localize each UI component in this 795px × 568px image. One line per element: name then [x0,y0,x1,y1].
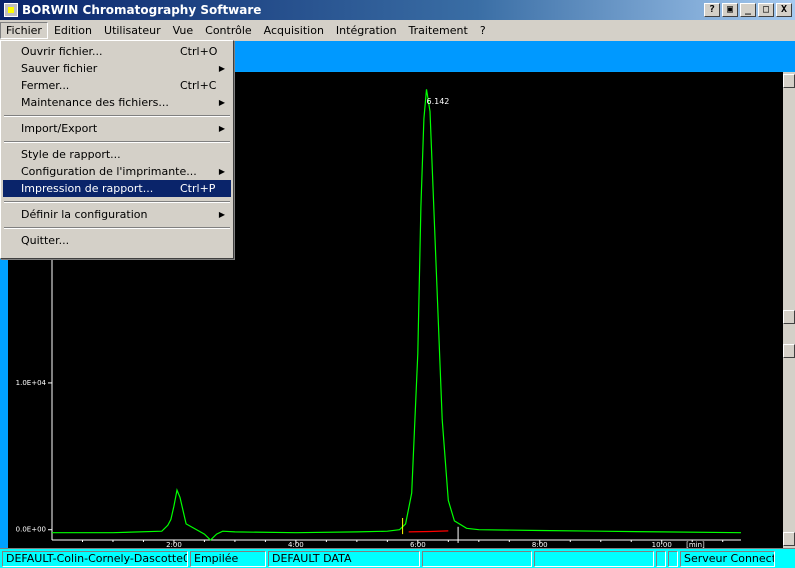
menu-item-define-config[interactable]: Définir la configuration ▶ [3,206,231,223]
quit-label: Quitter... [21,234,70,247]
submenu-arrow-icon: ▶ [218,167,225,176]
menu-bar: Fichier Edition Utilisateur Vue Contrôle… [0,20,795,40]
file-menu-dropdown: Ouvrir fichier... Ctrl+O Sauver fichier … [0,40,234,259]
close-button[interactable]: X [776,3,792,17]
menu-item-file-maintenance[interactable]: Maintenance des fichiers... ▶ [3,94,231,111]
x-tick-label: 6:00 [410,541,426,548]
close-label: Fermer... [21,79,70,92]
status-mode: Empilée [190,550,266,567]
menu-separator [3,137,231,146]
menu-traitement[interactable]: Traitement [403,22,474,39]
app-icon[interactable] [4,3,18,17]
file-maintenance-label: Maintenance des fichiers... [21,96,169,109]
status-data: DEFAULT DATA [268,550,420,567]
minimize-button[interactable]: _ [740,3,756,17]
x-tick-label: 10:00 [652,541,672,548]
y-tick-label: 1.0E+04 [16,379,47,387]
menu-item-report-style[interactable]: Style de rapport... [3,146,231,163]
status-project: DEFAULT-Colin-Cornely-Dascotte00 [2,550,188,567]
print-report-shortcut: Ctrl+P [180,182,216,195]
submenu-arrow-icon: ▶ [218,98,225,107]
baseline-trace [408,530,449,533]
status-server: Serveur Connecté [680,550,775,567]
status-cell-7 [668,550,678,567]
open-file-label: Ouvrir fichier... [21,45,103,58]
scroll-thumb-bottom[interactable] [783,532,795,546]
x-tick-label: 8:00 [532,541,548,548]
submenu-arrow-icon: ▶ [218,210,225,219]
print-report-label: Impression de rapport... [21,182,154,195]
scroll-thumb-top[interactable] [783,74,795,88]
menu-fichier[interactable]: Fichier [0,21,48,39]
import-export-label: Import/Export [21,122,98,135]
window-title: BORWIN Chromatography Software [22,3,262,17]
close-shortcut: Ctrl+C [180,79,217,92]
y-tick-label: 0.0E+00 [16,526,46,534]
menu-vue[interactable]: Vue [167,22,200,39]
x-tick-label: 2:00 [166,541,182,548]
peak-label: 6.142 [426,97,449,106]
menu-item-quit[interactable]: Quitter... [3,232,231,249]
define-config-label: Définir la configuration [21,208,148,221]
open-file-shortcut: Ctrl+O [180,45,218,58]
window-buttons: ? ▣ _ □ X [704,3,792,17]
menu-separator [3,197,231,206]
menu-item-open-file[interactable]: Ouvrir fichier... Ctrl+O [3,43,231,60]
menu-integration[interactable]: Intégration [330,22,403,39]
restore-pane-button[interactable]: ▣ [722,3,738,17]
menu-help[interactable]: ? [474,22,492,39]
menu-item-close[interactable]: Fermer... Ctrl+C [3,77,231,94]
status-bar: DEFAULT-Colin-Cornely-Dascotte00 Empilée… [0,548,795,568]
menu-acquisition[interactable]: Acquisition [258,22,330,39]
status-cell-4 [422,550,532,567]
menu-item-printer-config[interactable]: Configuration de l'imprimante... ▶ [3,163,231,180]
save-file-label: Sauver fichier [21,62,98,75]
x-tick-label: 4:00 [288,541,304,548]
menu-edition[interactable]: Edition [48,22,98,39]
menu-utilisateur[interactable]: Utilisateur [98,22,167,39]
submenu-arrow-icon: ▶ [218,64,225,73]
help-window-button[interactable]: ? [704,3,720,17]
scroll-thumb-middle[interactable] [783,310,795,324]
maximize-button[interactable]: □ [758,3,774,17]
status-cell-5 [534,550,654,567]
menu-item-save-file[interactable]: Sauver fichier ▶ [3,60,231,77]
menu-item-print-report[interactable]: Impression de rapport... Ctrl+P [3,180,231,197]
menu-separator [3,111,231,120]
printer-config-label: Configuration de l'imprimante... [21,165,197,178]
menu-item-import-export[interactable]: Import/Export ▶ [3,120,231,137]
title-bar: BORWIN Chromatography Software ? ▣ _ □ X [0,0,795,20]
scroll-thumb-lower[interactable] [783,344,795,358]
report-style-label: Style de rapport... [21,148,121,161]
submenu-arrow-icon: ▶ [218,124,225,133]
menu-separator [3,223,231,232]
vertical-scrollbar[interactable] [783,72,795,548]
x-axis-label: [min] [686,541,705,548]
menu-controle[interactable]: Contrôle [199,22,258,39]
status-cell-6 [656,550,666,567]
